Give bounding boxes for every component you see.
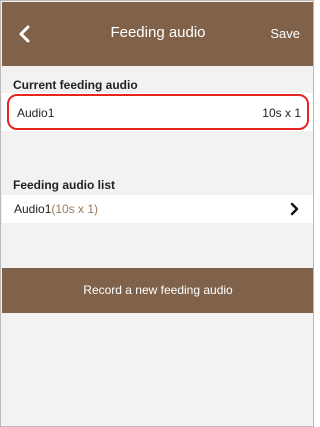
back-button[interactable] <box>10 20 38 48</box>
list-item-label: Audio1(10s x 1) <box>14 202 98 216</box>
chevron-right-icon <box>290 202 299 216</box>
current-audio-section-label: Current feeding audio <box>13 78 138 92</box>
chevron-left-icon <box>19 25 30 43</box>
list-item-audio1[interactable]: Audio1(10s x 1) <box>2 196 313 222</box>
app-screen: Feeding audio Save Current feeding audio… <box>0 0 314 427</box>
list-item-detail: (10s x 1) <box>51 202 99 216</box>
save-button[interactable]: Save <box>270 26 300 41</box>
audio-list-section-label: Feeding audio list <box>13 178 116 192</box>
header-bar: Feeding audio Save <box>2 2 313 66</box>
list-item-name: Audio1 <box>14 202 52 216</box>
current-audio-name: Audio1 <box>17 106 55 120</box>
current-audio-row[interactable]: Audio1 10s x 1 <box>7 94 309 130</box>
current-audio-duration: 10s x 1 <box>262 106 301 120</box>
record-new-audio-button[interactable]: Record a new feeding audio <box>2 268 313 313</box>
page-title: Feeding audio <box>110 24 206 41</box>
